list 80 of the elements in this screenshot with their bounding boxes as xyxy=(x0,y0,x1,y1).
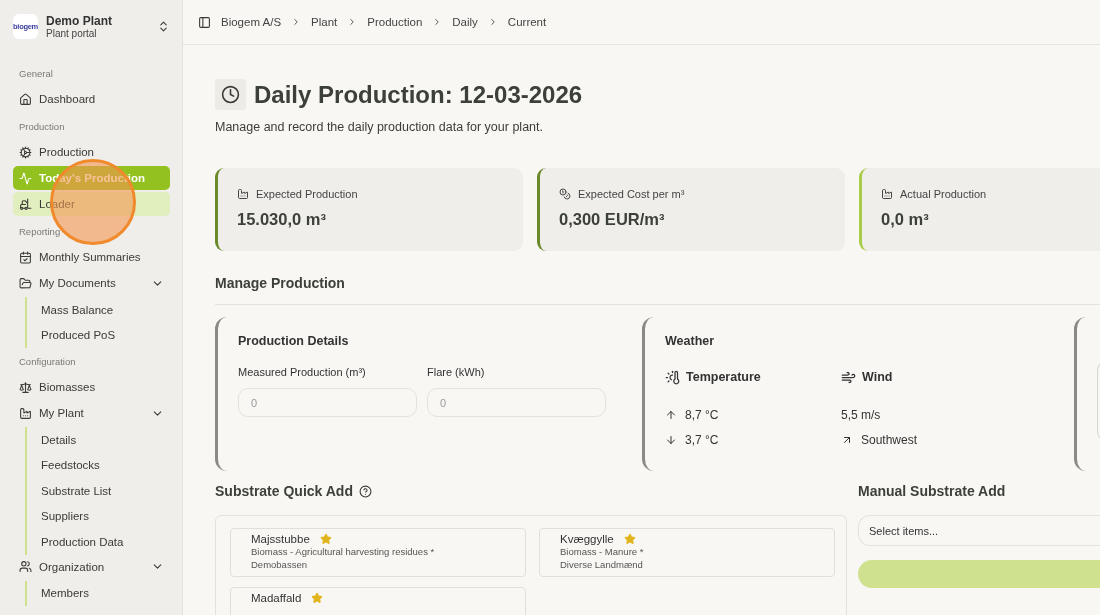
field-label: Flare (kWh) xyxy=(427,366,486,378)
substrate-category: Biomass - Manure * xyxy=(560,545,645,558)
chevrons-icon[interactable] xyxy=(157,19,170,33)
calendar-icon xyxy=(19,250,32,264)
plant-name: Demo Plant xyxy=(46,13,113,28)
section-label: Production xyxy=(18,120,66,134)
section-heading: Manage Production xyxy=(215,275,346,291)
help-icon[interactable] xyxy=(358,484,372,498)
home-icon xyxy=(19,92,32,106)
sidebar-item[interactable]: Monthly Summaries xyxy=(13,245,170,269)
coins-icon xyxy=(559,188,571,200)
section-heading: Manual Substrate Add xyxy=(858,483,1007,499)
breadcrumb-link[interactable]: Plant xyxy=(311,16,338,28)
substrate-card[interactable]: Majsstubbe Biomass - Agricultural harvesting residues * Demobassen xyxy=(230,528,526,577)
substrate-category: Biomass - Agricultural harvesting residues * xyxy=(251,545,436,558)
temperature-low: 3,7 °C xyxy=(685,432,719,447)
breadcrumb-link[interactable]: Current xyxy=(507,16,547,28)
substrate-supplier: Demobassen xyxy=(251,558,308,571)
section-heading: Substrate Quick Add xyxy=(215,483,353,499)
wind-speed: 5,5 m/s xyxy=(841,407,881,422)
breadcrumb-link[interactable]: Production xyxy=(367,16,423,28)
scale-icon xyxy=(19,380,32,394)
substrate-name: Madaffald xyxy=(251,592,302,604)
wind-icon xyxy=(841,369,856,385)
sidebar-subitem[interactable]: Mass Balance xyxy=(39,297,170,323)
section-label: Reporting xyxy=(18,225,62,239)
substrate-card[interactable]: Kvæggylle Biomass - Manure * Diverse Landmænd xyxy=(539,528,835,577)
input-field[interactable]: 0 xyxy=(427,388,606,417)
sidebar-subitem[interactable]: Substrate List xyxy=(39,478,170,504)
forklift-icon xyxy=(19,197,32,211)
breadcrumb-link[interactable]: Daily xyxy=(452,16,478,28)
sidebar-item[interactable]: Dashboard xyxy=(13,87,170,111)
stat-label: Expected Production xyxy=(256,188,358,200)
arrow-up-icon xyxy=(665,408,677,421)
temperature-high: 8,7 °C xyxy=(685,407,719,422)
sidebar-item[interactable]: Organization xyxy=(13,554,170,579)
sidebar-toggle-icon[interactable] xyxy=(198,15,211,29)
sidebar-item[interactable]: My Documents xyxy=(13,271,170,295)
sidebar-item[interactable]: Biomasses xyxy=(13,375,170,399)
sidebar-subitem[interactable]: Suppliers xyxy=(39,503,170,529)
weather-label: Wind xyxy=(862,370,893,384)
factory-icon xyxy=(881,188,893,200)
plant-subtitle: Plant portal xyxy=(46,27,98,39)
substrate-card[interactable]: Madaffald xyxy=(230,587,526,615)
sidebar-subitem[interactable]: Details xyxy=(39,427,170,453)
section-label: Configuration xyxy=(18,355,77,369)
substrate-supplier: Diverse Landmænd xyxy=(560,558,644,571)
gear-icon xyxy=(19,145,32,159)
users-icon xyxy=(19,560,32,573)
stat-label: Expected Cost per m³ xyxy=(578,188,685,200)
section-label: General xyxy=(18,67,54,81)
sidebar-subitem[interactable]: Members xyxy=(39,580,170,606)
sidebar-item[interactable]: Production xyxy=(13,140,170,164)
stat-value: 15.030,0 m³ xyxy=(237,210,327,229)
thermometer-icon xyxy=(665,369,680,385)
breadcrumb-link[interactable]: Biogem A/S xyxy=(221,16,282,28)
panel-title: Weather xyxy=(665,334,716,348)
folder-icon xyxy=(19,276,32,290)
substrate-name: Majsstubbe xyxy=(251,533,310,545)
page-subtitle: Manage and record the daily production data for your plant. xyxy=(215,120,544,134)
stat-value: 0,300 EUR/m³ xyxy=(559,210,666,229)
factory-icon xyxy=(19,406,32,420)
sidebar-subitem[interactable]: Produced PoS xyxy=(39,322,170,348)
clock-icon xyxy=(215,79,246,110)
sidebar-subitem[interactable]: Feedstocks xyxy=(39,452,170,478)
pulse-icon xyxy=(19,171,32,185)
page-title: Daily Production: 12-03-2026 xyxy=(254,80,583,109)
stat-value: 0,0 m³ xyxy=(881,210,930,229)
weather-label: Temperature xyxy=(686,370,761,384)
factory-icon xyxy=(237,188,249,200)
arrow-down-icon xyxy=(665,433,677,446)
sidebar-item[interactable]: My Plant xyxy=(13,401,170,425)
substrate-name: Kvæggylle xyxy=(560,533,614,545)
wind-direction: Southwest xyxy=(861,432,918,447)
panel-title: Production Details xyxy=(238,334,350,348)
sidebar-subitem[interactable]: Production Data xyxy=(39,529,170,555)
input-field[interactable]: 0 xyxy=(238,388,417,417)
stat-label: Actual Production xyxy=(900,188,987,200)
field-label: Measured Production (m³) xyxy=(238,366,367,378)
select-field[interactable]: Select items... xyxy=(858,515,1100,546)
